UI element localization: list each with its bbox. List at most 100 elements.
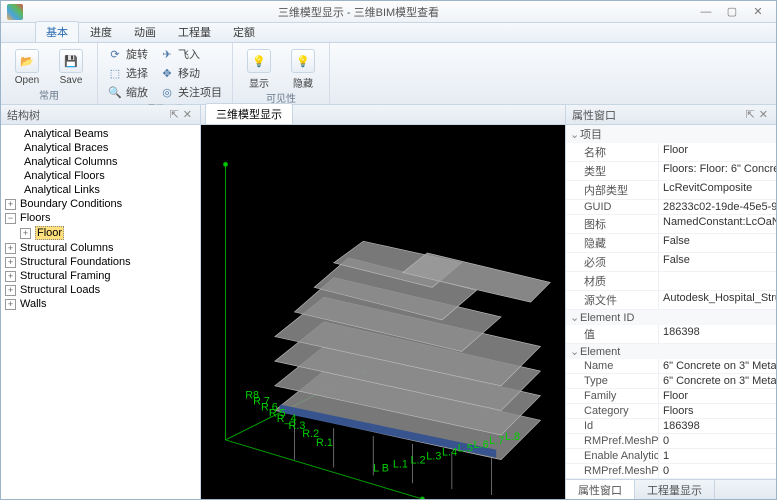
tab-basic[interactable]: 基本: [35, 21, 79, 42]
prop-row[interactable]: CategoryFloors: [566, 404, 776, 419]
hide-button[interactable]: 💡隐藏: [283, 45, 323, 90]
svg-text:L.4: L.4: [442, 447, 457, 459]
chevron-down-icon: ⌄: [570, 345, 580, 358]
expand-icon[interactable]: +: [5, 285, 16, 296]
chevron-down-icon: ⌄: [570, 311, 580, 324]
tree-node[interactable]: +Structural Foundations: [5, 255, 200, 269]
prop-row[interactable]: 隐藏False: [566, 234, 776, 253]
svg-text:L.5: L.5: [458, 443, 473, 455]
close-button[interactable]: ✕: [746, 4, 770, 20]
properties-panel: 属性窗口 ⇱ ✕ ⌄项目 名称Floor 类型Floors: Floor: 6"…: [566, 105, 776, 499]
properties-title: 属性窗口: [572, 107, 616, 123]
prop-row[interactable]: 内部类型LcRevitComposite: [566, 181, 776, 200]
target-icon: ◎: [160, 85, 174, 99]
tree-node-floor-selected[interactable]: +Floor: [5, 225, 200, 241]
expand-icon[interactable]: +: [5, 199, 16, 210]
tab-quantity[interactable]: 工程量: [167, 21, 222, 42]
tab-attributes[interactable]: 属性窗口: [566, 480, 635, 499]
svg-text:L.7: L.7: [489, 435, 504, 447]
pin-icon[interactable]: ⇱: [744, 108, 757, 121]
app-logo-icon: [7, 4, 23, 20]
flyin-button[interactable]: ✈飞入: [156, 45, 226, 63]
show-button[interactable]: 💡显示: [239, 45, 279, 90]
flyin-icon: ✈: [160, 47, 174, 61]
prop-group[interactable]: ⌄Element: [566, 344, 776, 359]
tree-node[interactable]: +Structural Framing: [5, 269, 200, 283]
3d-viewport[interactable]: R8R 7 R.6R.5 R_4R.3 R.2R.1 L BL.1 L.2L.3…: [201, 125, 565, 499]
tree-node[interactable]: +Structural Loads: [5, 283, 200, 297]
expand-icon[interactable]: +: [5, 243, 16, 254]
tree-node-floors[interactable]: −Floors: [5, 211, 200, 225]
svg-text:L B: L B: [373, 462, 389, 474]
prop-group[interactable]: ⌄项目: [566, 125, 776, 143]
collapse-icon[interactable]: −: [5, 213, 16, 224]
prop-row[interactable]: 名称Floor: [566, 143, 776, 162]
group-label-common: 常用: [7, 87, 91, 104]
property-grid[interactable]: ⌄项目 名称Floor 类型Floors: Floor: 6" Concrete…: [566, 125, 776, 479]
prop-row[interactable]: 值186398: [566, 325, 776, 344]
expand-icon[interactable]: +: [20, 228, 31, 239]
title-bar: 三维模型显示 - 三维BIM模型查看 — ▢ ✕: [1, 1, 776, 23]
bulb-on-icon: 💡: [247, 49, 271, 73]
tab-estimate[interactable]: 定额: [222, 21, 266, 42]
prop-row[interactable]: FamilyFloor: [566, 389, 776, 404]
expand-icon[interactable]: +: [5, 299, 16, 310]
select-button[interactable]: ⬚选择: [104, 64, 152, 82]
prop-row[interactable]: RMPref.MeshParams.F0: [566, 464, 776, 479]
svg-text:L.3: L.3: [426, 451, 441, 463]
minimize-button[interactable]: —: [694, 4, 718, 20]
svg-text:L.2: L.2: [411, 455, 426, 467]
expand-icon[interactable]: +: [5, 271, 16, 282]
ribbon: 📂Open 💾Save 常用 ⟳旋转 ⬚选择 🔍缩放 ✈飞入 ✥移动 ◎关注项目…: [1, 43, 776, 105]
tab-progress[interactable]: 进度: [79, 21, 123, 42]
tree-node[interactable]: +Structural Columns: [5, 241, 200, 255]
viewport-panel: 三维模型显示: [201, 105, 566, 499]
tree-node[interactable]: +Walls: [5, 297, 200, 311]
chevron-down-icon: ⌄: [570, 128, 580, 141]
bulb-off-icon: 💡: [291, 49, 315, 73]
prop-group[interactable]: ⌄Element ID: [566, 310, 776, 325]
ribbon-tabs: 基本 进度 动画 工程量 定额: [1, 23, 776, 43]
svg-text:R.1: R.1: [316, 437, 333, 449]
expand-icon[interactable]: +: [5, 257, 16, 268]
svg-text:L.8: L.8: [505, 431, 520, 443]
prop-row[interactable]: RMPref.MeshParams.F0: [566, 434, 776, 449]
select-icon: ⬚: [108, 66, 122, 80]
structure-tree-panel: 结构树 ⇱ ✕ Analytical Beams Analytical Brac…: [1, 105, 201, 499]
maximize-button[interactable]: ▢: [720, 4, 744, 20]
tree-node[interactable]: Analytical Floors: [5, 169, 200, 183]
tab-animation[interactable]: 动画: [123, 21, 167, 42]
structure-tree[interactable]: Analytical Beams Analytical Braces Analy…: [1, 125, 200, 499]
rotate-icon: ⟳: [108, 47, 122, 61]
tab-quantity-display[interactable]: 工程量显示: [635, 480, 715, 499]
prop-row[interactable]: 图标NamedConstant:LcOaNode: [566, 215, 776, 234]
move-button[interactable]: ✥移动: [156, 64, 226, 82]
svg-text:L.6: L.6: [474, 439, 489, 451]
focus-button[interactable]: ◎关注项目: [156, 83, 226, 101]
panel-close-icon[interactable]: ✕: [181, 108, 194, 121]
viewport-tab[interactable]: 三维模型显示: [205, 103, 293, 124]
zoom-button[interactable]: 🔍缩放: [104, 83, 152, 101]
prop-row[interactable]: 必须False: [566, 253, 776, 272]
prop-row[interactable]: 源文件Autodesk_Hospital_Struct: [566, 291, 776, 310]
prop-row[interactable]: Type6" Concrete on 3" Metal D: [566, 374, 776, 389]
rotate-button[interactable]: ⟳旋转: [104, 45, 152, 63]
prop-row[interactable]: Enable Analytical Moc1: [566, 449, 776, 464]
zoom-icon: 🔍: [108, 85, 122, 99]
prop-row[interactable]: 类型Floors: Floor: 6" Concrete: [566, 162, 776, 181]
tree-node[interactable]: Analytical Columns: [5, 155, 200, 169]
prop-row[interactable]: Id186398: [566, 419, 776, 434]
move-icon: ✥: [160, 66, 174, 80]
tree-node[interactable]: Analytical Braces: [5, 141, 200, 155]
main-area: 结构树 ⇱ ✕ Analytical Beams Analytical Brac…: [1, 105, 776, 499]
panel-close-icon[interactable]: ✕: [757, 108, 770, 121]
pin-icon[interactable]: ⇱: [168, 108, 181, 121]
tree-node[interactable]: Analytical Links: [5, 183, 200, 197]
tree-node[interactable]: Analytical Beams: [5, 127, 200, 141]
prop-row[interactable]: GUID28233c02-19de-45e5-9d6: [566, 200, 776, 215]
save-button[interactable]: 💾Save: [51, 45, 91, 86]
prop-row[interactable]: 材质: [566, 272, 776, 291]
prop-row[interactable]: Name6" Concrete on 3" Metal D: [566, 359, 776, 374]
tree-node[interactable]: +Boundary Conditions: [5, 197, 200, 211]
open-button[interactable]: 📂Open: [7, 45, 47, 86]
